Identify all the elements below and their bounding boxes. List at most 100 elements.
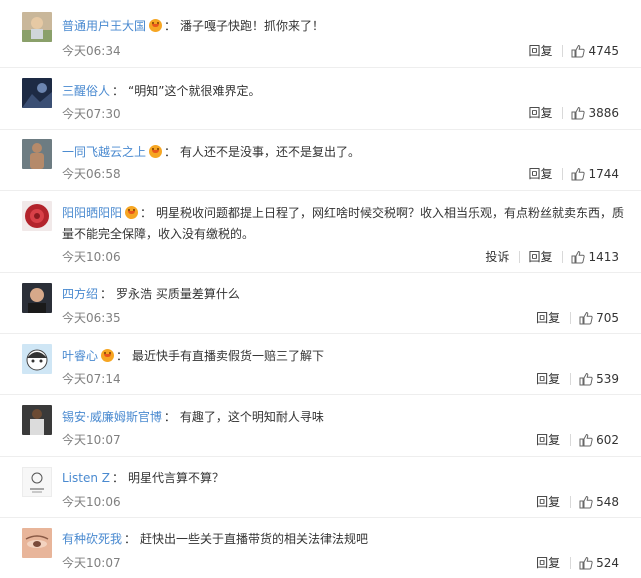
username-link[interactable]: 一同飞越云之上 xyxy=(62,145,146,159)
thumbs-up-icon xyxy=(579,372,593,386)
reply-button[interactable]: 回复 xyxy=(528,105,552,121)
vip-badge-icon xyxy=(125,206,139,219)
thumbs-up-icon xyxy=(579,311,593,325)
comment-time: 今天06:58 xyxy=(62,167,121,181)
username-link[interactable]: 四方绍 xyxy=(62,287,98,301)
comment-time: 今天10:06 xyxy=(62,495,121,509)
divider xyxy=(562,251,564,263)
avatar[interactable] xyxy=(22,528,52,558)
thumbs-up-icon xyxy=(571,44,586,58)
comment-actions: 投诉 回复 1413 xyxy=(485,249,619,265)
comment-actions: 回复 548 xyxy=(536,494,619,510)
comment-text: 明星代言算不算？ xyxy=(128,471,225,485)
comment-text: 罗永浩 买质量差算什么 xyxy=(116,287,240,301)
like-button[interactable]: 1413 xyxy=(571,249,619,265)
reply-button[interactable]: 回复 xyxy=(528,249,552,265)
reply-button[interactable]: 回复 xyxy=(536,310,560,326)
like-button[interactable]: 548 xyxy=(579,494,619,510)
avatar[interactable] xyxy=(22,139,52,169)
reply-button[interactable]: 回复 xyxy=(536,494,560,510)
report-button[interactable]: 投诉 xyxy=(485,249,509,265)
avatar[interactable] xyxy=(22,344,52,374)
comment-time: 今天06:34 xyxy=(62,44,121,58)
like-count: 1413 xyxy=(588,250,619,264)
username-link[interactable]: 三醒俗人 xyxy=(62,84,110,98)
divider xyxy=(519,251,521,263)
thumbs-up-icon xyxy=(579,433,593,447)
like-button[interactable]: 1744 xyxy=(571,166,619,182)
reply-button[interactable]: 回复 xyxy=(536,371,560,387)
like-button[interactable]: 539 xyxy=(579,371,619,387)
avatar[interactable] xyxy=(22,12,52,42)
like-button[interactable]: 3886 xyxy=(571,105,619,121)
like-count: 548 xyxy=(596,495,619,509)
comment-item: 四方绍：罗永浩 买质量差算什么 今天06:35 回复 705 xyxy=(0,273,641,334)
vip-badge-icon xyxy=(149,145,163,158)
divider xyxy=(570,373,572,385)
thumbs-up-icon xyxy=(571,250,586,264)
divider xyxy=(570,312,572,324)
reply-button[interactable]: 回复 xyxy=(528,166,552,182)
avatar-image-icon xyxy=(22,139,52,169)
vip-badge-icon xyxy=(149,19,163,32)
username-link[interactable]: 锡安·威廉姆斯官博 xyxy=(62,410,162,424)
username-link[interactable]: 普通用户王大国 xyxy=(62,19,146,33)
avatar[interactable] xyxy=(22,283,52,313)
like-count: 4745 xyxy=(588,44,619,58)
like-count: 602 xyxy=(596,433,619,447)
comment-text: 有趣了，这个明知耐人寻味 xyxy=(179,410,324,424)
avatar-image-icon xyxy=(22,78,52,108)
like-count: 524 xyxy=(596,556,619,570)
comment-time: 今天07:14 xyxy=(62,372,121,386)
divider xyxy=(570,496,572,508)
thumbs-up-icon xyxy=(571,106,586,120)
comment-actions: 回复 4745 xyxy=(528,43,619,59)
comment-time: 今天10:07 xyxy=(62,433,121,447)
divider xyxy=(570,434,572,446)
thumbs-up-icon xyxy=(571,167,586,181)
comment-actions: 回复 1744 xyxy=(528,166,619,182)
avatar-image-icon xyxy=(22,201,52,231)
comment-item: 锡安·威廉姆斯官博：有趣了，这个明知耐人寻味 今天10:07 回复 602 xyxy=(0,395,641,457)
like-count: 539 xyxy=(596,372,619,386)
avatar[interactable] xyxy=(22,201,52,231)
comment-time: 今天10:06 xyxy=(62,250,121,264)
avatar-image-icon xyxy=(22,344,52,374)
thumbs-up-icon xyxy=(579,556,593,570)
username-link[interactable]: 阳阳晒阳阳 xyxy=(62,206,122,220)
comment-item: 叶睿心：最近快手有直播卖假货一赔三了解下 今天07:14 回复 539 xyxy=(0,334,641,395)
username-link[interactable]: 有种砍死我 xyxy=(62,532,122,546)
avatar[interactable] xyxy=(22,467,52,497)
like-button[interactable]: 602 xyxy=(579,432,619,448)
avatar[interactable] xyxy=(22,405,52,435)
username-link[interactable]: 叶睿心 xyxy=(62,349,98,363)
comment-item: 三醒俗人： “明知”这个就很难界定。 今天07:30 回复 3886 xyxy=(0,68,641,130)
like-count: 1744 xyxy=(588,167,619,181)
reply-button[interactable]: 回复 xyxy=(536,432,560,448)
like-button[interactable]: 4745 xyxy=(571,43,619,59)
comment-actions: 回复 524 xyxy=(536,555,619,571)
comment-actions: 回复 539 xyxy=(536,371,619,387)
avatar[interactable] xyxy=(22,78,52,108)
reply-button[interactable]: 回复 xyxy=(528,43,552,59)
comment-actions: 回复 705 xyxy=(536,310,619,326)
comment-list: 普通用户王大国：潘子嘎子快跑！抓你来了！ 今天06:34 回复 4745 三醒俗… xyxy=(0,0,641,578)
comment-actions: 回复 602 xyxy=(536,432,619,448)
comment-item: 一同飞越云之上：有人还不是没事，还不是复出了。 今天06:58 回复 1744 xyxy=(0,130,641,191)
divider xyxy=(570,557,572,569)
divider xyxy=(562,168,564,180)
avatar-image-icon xyxy=(22,12,52,42)
comment-time: 今天07:30 xyxy=(62,107,121,121)
divider xyxy=(562,45,564,57)
comment-text: 潘子嘎子快跑！抓你来了！ xyxy=(180,19,325,33)
reply-button[interactable]: 回复 xyxy=(536,555,560,571)
thumbs-up-icon xyxy=(579,495,593,509)
avatar-image-icon xyxy=(22,405,52,435)
username-link[interactable]: Listen Z xyxy=(62,471,110,485)
avatar-image-icon xyxy=(22,528,52,558)
like-count: 705 xyxy=(596,311,619,325)
comment-text: “明知”这个就很难界定。 xyxy=(128,84,261,98)
comment-text: 最近快手有直播卖假货一赔三了解下 xyxy=(132,349,325,363)
like-button[interactable]: 705 xyxy=(579,310,619,326)
like-button[interactable]: 524 xyxy=(579,555,619,571)
